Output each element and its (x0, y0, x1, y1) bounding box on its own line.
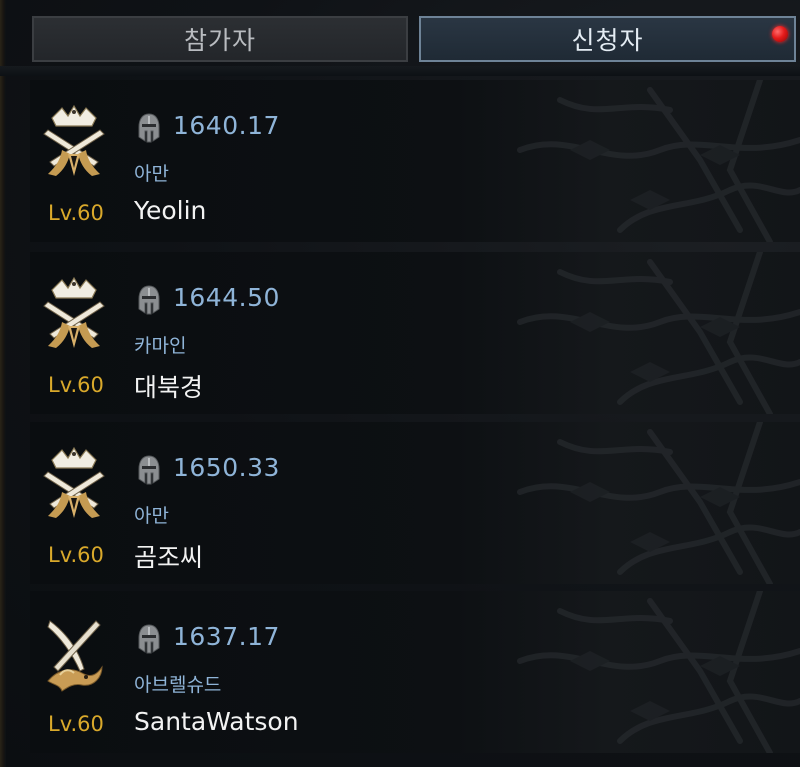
helmet-icon (138, 113, 160, 143)
helmet-icon (138, 455, 160, 485)
item-level: 1640.17 (173, 111, 280, 140)
character-level: Lv.60 (48, 543, 104, 567)
character-level: Lv.60 (48, 712, 104, 736)
applicant-panel: 참가자 신청자 1640.17 아만 Lv.60 Yeolin 1644.50 … (0, 0, 800, 767)
item-level: 1637.17 (173, 622, 280, 651)
notification-dot-icon (772, 26, 788, 42)
member-row[interactable]: 1644.50 카마인 Lv.60 대북경 (30, 252, 800, 414)
panel-left-border (0, 0, 6, 767)
helmet-icon (138, 624, 160, 654)
tab-applicants[interactable]: 신청자 (419, 16, 796, 62)
tab-participants-label: 참가자 (183, 26, 256, 55)
helmet-icon (138, 285, 160, 315)
class-name: 아만 (134, 505, 169, 527)
character-name: 곰조씨 (134, 543, 204, 572)
crown-crossed-swords-emblem-icon (38, 446, 110, 526)
background-pattern (500, 252, 800, 414)
character-name: Yeolin (134, 196, 207, 225)
character-level: Lv.60 (48, 373, 104, 397)
background-pattern (500, 80, 800, 242)
character-name: SantaWatson (134, 707, 299, 736)
background-pattern (500, 591, 800, 753)
member-row[interactable]: 1650.33 아만 Lv.60 곰조씨 (30, 422, 800, 584)
crown-crossed-swords-emblem-icon (38, 104, 110, 184)
background-pattern (500, 422, 800, 584)
tab-divider (0, 66, 800, 76)
class-name: 아만 (134, 163, 169, 185)
member-row[interactable]: 1637.17 아브렐슈드 Lv.60 SantaWatson (30, 591, 800, 753)
item-level: 1650.33 (173, 453, 280, 482)
item-level: 1644.50 (173, 283, 280, 312)
crown-crossed-swords-emblem-icon (38, 276, 110, 356)
character-name: 대북경 (134, 373, 204, 402)
dragon-crossed-blades-emblem-icon (38, 615, 110, 695)
tab-participants[interactable]: 참가자 (32, 16, 408, 62)
character-level: Lv.60 (48, 201, 104, 225)
member-row[interactable]: 1640.17 아만 Lv.60 Yeolin (30, 80, 800, 242)
tab-applicants-label: 신청자 (571, 26, 644, 55)
class-name: 카마인 (134, 335, 187, 357)
class-name: 아브렐슈드 (134, 674, 222, 696)
